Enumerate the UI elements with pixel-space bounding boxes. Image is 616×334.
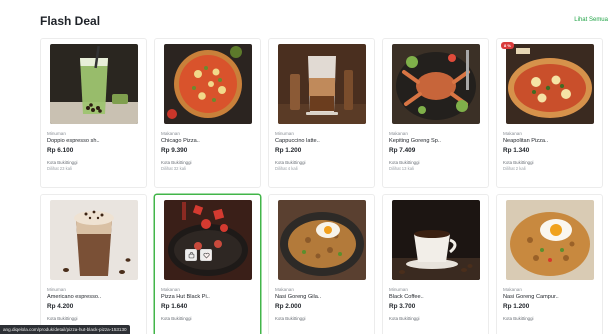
product-view-count: Dilihat 13 kali bbox=[389, 165, 414, 171]
product-card[interactable]: Makanan Nasi Goreng Campur.. Rp 1.200 Ko… bbox=[496, 194, 603, 334]
product-image[interactable] bbox=[163, 44, 252, 124]
product-image[interactable] bbox=[391, 200, 480, 280]
see-all-link[interactable]: Lihat Semua bbox=[574, 17, 608, 23]
product-city: Kota Bukittinggi bbox=[47, 316, 78, 321]
product-city: Kota Bukittinggi bbox=[275, 316, 306, 321]
product-name[interactable]: Nasi Goreng Gila.. bbox=[275, 294, 368, 301]
cart-icon[interactable] bbox=[185, 249, 197, 261]
product-category: Makanan bbox=[161, 131, 180, 136]
product-price: Rp 1.200 bbox=[503, 303, 530, 310]
product-category: Makanan bbox=[161, 287, 180, 292]
product-image[interactable] bbox=[49, 44, 138, 124]
product-name[interactable]: Black Coffee.. bbox=[389, 294, 482, 301]
product-category: Minuman bbox=[47, 287, 66, 292]
browser-status-url: ang.diqelola.com/produk/detail/pizza-hut… bbox=[0, 325, 130, 334]
product-view-count: Dilihat 23 kali bbox=[47, 165, 72, 171]
product-image[interactable] bbox=[49, 200, 138, 280]
product-view-count: Dilihat 4 kali bbox=[275, 165, 298, 171]
product-card[interactable]: Makanan Pizza Hut Black Pi.. Rp 1.640 Ko… bbox=[154, 194, 261, 334]
product-view-count: Dilihat 2 kali bbox=[503, 165, 526, 171]
product-name[interactable]: Neapolitan Pizza.. bbox=[503, 138, 596, 145]
discount-badge: 8 % bbox=[501, 42, 514, 49]
product-price: Rp 1.340 bbox=[503, 147, 530, 154]
product-name[interactable]: Chicago Pizza.. bbox=[161, 138, 254, 145]
product-card[interactable]: Makanan Nasi Goreng Gila.. Rp 2.000 Kota… bbox=[268, 194, 375, 334]
product-category: Minuman bbox=[389, 287, 408, 292]
product-name[interactable]: Doppio espresso sh.. bbox=[47, 138, 140, 145]
product-category: Makanan bbox=[503, 287, 522, 292]
section-title: Flash Deal bbox=[40, 14, 101, 28]
product-card[interactable]: Makanan Chicago Pizza.. Rp 9.390 Kota Bu… bbox=[154, 38, 261, 188]
product-category: Minuman bbox=[47, 131, 66, 136]
product-price: Rp 2.000 bbox=[275, 303, 302, 310]
product-image[interactable] bbox=[505, 200, 594, 280]
product-price: Rp 7.409 bbox=[389, 147, 416, 154]
heart-icon[interactable] bbox=[200, 249, 212, 261]
product-category: Minuman bbox=[275, 131, 294, 136]
product-grid: Minuman Doppio espresso sh.. Rp 6.100 Ko… bbox=[40, 38, 604, 334]
product-city: Kota Bukittinggi bbox=[389, 316, 420, 321]
product-price: Rp 4.200 bbox=[47, 303, 74, 310]
card-hover-actions bbox=[185, 249, 212, 261]
product-card[interactable]: Minuman Cappuccino latte.. Rp 1.200 Kota… bbox=[268, 38, 375, 188]
product-price: Rp 6.100 bbox=[47, 147, 74, 154]
product-image[interactable] bbox=[163, 200, 252, 280]
product-view-count: Dilihat 32 kali bbox=[161, 165, 186, 171]
product-name[interactable]: Kepiting Goreng Sp.. bbox=[389, 138, 482, 145]
product-name[interactable]: Cappuccino latte.. bbox=[275, 138, 368, 145]
product-price: Rp 1.640 bbox=[161, 303, 188, 310]
flash-deal-header: Flash Deal Lihat Semua bbox=[40, 14, 608, 34]
product-card[interactable]: Minuman Americano espresso.. Rp 4.200 Ko… bbox=[40, 194, 147, 334]
product-name[interactable]: Nasi Goreng Campur.. bbox=[503, 294, 596, 301]
product-category: Makanan bbox=[275, 287, 294, 292]
product-card[interactable]: Minuman Black Coffee.. Rp 3.700 Kota Buk… bbox=[382, 194, 489, 334]
product-price: Rp 3.700 bbox=[389, 303, 416, 310]
product-name[interactable]: Americano espresso.. bbox=[47, 294, 140, 301]
product-card[interactable]: Minuman Doppio espresso sh.. Rp 6.100 Ko… bbox=[40, 38, 147, 188]
product-category: Makanan bbox=[389, 131, 408, 136]
product-name[interactable]: Pizza Hut Black Pi.. bbox=[161, 294, 254, 301]
product-city: Kota Bukittinggi bbox=[161, 316, 192, 321]
product-card[interactable]: 8 % Makanan Neapolitan Pizza.. Rp 1.340 … bbox=[496, 38, 603, 188]
product-image[interactable] bbox=[277, 44, 366, 124]
product-price: Rp 9.390 bbox=[161, 147, 188, 154]
product-image[interactable] bbox=[277, 200, 366, 280]
product-image[interactable] bbox=[505, 44, 594, 124]
product-price: Rp 1.200 bbox=[275, 147, 302, 154]
product-city: Kota Bukittinggi bbox=[503, 316, 534, 321]
product-category: Makanan bbox=[503, 131, 522, 136]
product-image[interactable] bbox=[391, 44, 480, 124]
product-card[interactable]: Makanan Kepiting Goreng Sp.. Rp 7.409 Ko… bbox=[382, 38, 489, 188]
